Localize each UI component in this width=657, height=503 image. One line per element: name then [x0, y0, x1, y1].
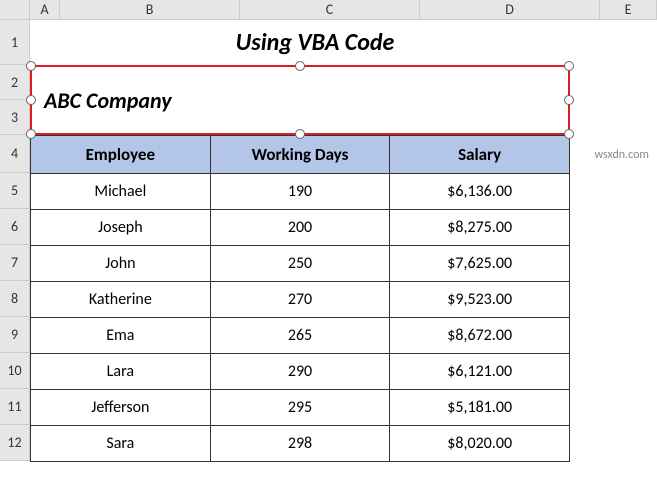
cell-employee[interactable]: Lara: [31, 354, 211, 390]
cell-salary[interactable]: $6,121.00: [390, 354, 570, 390]
cell-salary[interactable]: $9,523.00: [390, 282, 570, 318]
cell-employee[interactable]: Joseph: [31, 210, 211, 246]
cell-working-days[interactable]: 265: [210, 318, 390, 354]
cell-salary[interactable]: $8,672.00: [390, 318, 570, 354]
cell-salary[interactable]: $6,136.00: [390, 174, 570, 210]
cell-salary[interactable]: $8,020.00: [390, 426, 570, 462]
resize-handle-ml[interactable]: [26, 95, 36, 105]
row-header-12[interactable]: 12: [0, 425, 30, 461]
resize-handle-br[interactable]: [564, 129, 574, 139]
select-all-corner[interactable]: [0, 0, 30, 19]
row-header-9[interactable]: 9: [0, 317, 30, 353]
header-working-days[interactable]: Working Days: [210, 136, 390, 174]
col-header-C[interactable]: C: [240, 0, 420, 19]
cell-employee[interactable]: Jefferson: [31, 390, 211, 426]
cell-working-days[interactable]: 290: [210, 354, 390, 390]
table-row: Michael 190 $6,136.00: [31, 174, 570, 210]
cell-working-days[interactable]: 200: [210, 210, 390, 246]
table-row: John 250 $7,625.00: [31, 246, 570, 282]
cell-employee[interactable]: Sara: [31, 426, 211, 462]
table-header-row: Employee Working Days Salary: [31, 136, 570, 174]
cell-working-days[interactable]: 190: [210, 174, 390, 210]
resize-handle-tm[interactable]: [295, 61, 305, 71]
col-header-E[interactable]: E: [600, 0, 657, 19]
cells-area[interactable]: Using VBA Code ABC Company Employee Work…: [30, 20, 657, 462]
table-row: Katherine 270 $9,523.00: [31, 282, 570, 318]
cell-employee[interactable]: Ema: [31, 318, 211, 354]
table-row: Sara 298 $8,020.00: [31, 426, 570, 462]
col-header-A[interactable]: A: [30, 0, 60, 19]
row-header-4[interactable]: 4: [0, 135, 30, 173]
row-header-10[interactable]: 10: [0, 353, 30, 389]
cell-working-days[interactable]: 250: [210, 246, 390, 282]
cell-salary[interactable]: $8,275.00: [390, 210, 570, 246]
row-header-8[interactable]: 8: [0, 281, 30, 317]
resize-handle-bm[interactable]: [295, 129, 305, 139]
table-row: Joseph 200 $8,275.00: [31, 210, 570, 246]
row-header-7[interactable]: 7: [0, 245, 30, 281]
cell-salary[interactable]: $7,625.00: [390, 246, 570, 282]
cell-salary[interactable]: $5,181.00: [390, 390, 570, 426]
cell-working-days[interactable]: 270: [210, 282, 390, 318]
row-headers: 1 2 3 4 5 6 7 8 9 10 11 12: [0, 20, 30, 462]
cell-employee[interactable]: Michael: [31, 174, 211, 210]
col-header-B[interactable]: B: [60, 0, 240, 19]
cell-employee[interactable]: Katherine: [31, 282, 211, 318]
table-row: Ema 265 $8,672.00: [31, 318, 570, 354]
cell-working-days[interactable]: 298: [210, 426, 390, 462]
column-headers: A B C D E: [0, 0, 657, 20]
resize-handle-mr[interactable]: [564, 95, 574, 105]
row-header-1[interactable]: 1: [0, 20, 30, 65]
cell-employee[interactable]: John: [31, 246, 211, 282]
header-employee[interactable]: Employee: [31, 136, 211, 174]
row-header-2[interactable]: 2: [0, 65, 30, 100]
header-salary[interactable]: Salary: [390, 136, 570, 174]
table-row: Jefferson 295 $5,181.00: [31, 390, 570, 426]
cell-working-days[interactable]: 295: [210, 390, 390, 426]
spreadsheet-grid: A B C D E 1 2 3 4 5 6 7 8 9 10 11 12 Usi…: [0, 0, 657, 503]
row-header-6[interactable]: 6: [0, 209, 30, 245]
textbox-shape[interactable]: ABC Company: [30, 65, 570, 135]
row-header-3[interactable]: 3: [0, 100, 30, 135]
table-row: Lara 290 $6,121.00: [31, 354, 570, 390]
page-title: Using VBA Code: [30, 20, 570, 65]
resize-handle-tl[interactable]: [26, 61, 36, 71]
row-header-5[interactable]: 5: [0, 173, 30, 209]
watermark: wsxdn.com: [594, 148, 649, 162]
data-table: Employee Working Days Salary Michael 190…: [30, 135, 570, 462]
textbox-text: ABC Company: [44, 87, 172, 114]
resize-handle-tr[interactable]: [564, 61, 574, 71]
row-header-11[interactable]: 11: [0, 389, 30, 425]
resize-handle-bl[interactable]: [26, 129, 36, 139]
col-header-D[interactable]: D: [420, 0, 600, 19]
